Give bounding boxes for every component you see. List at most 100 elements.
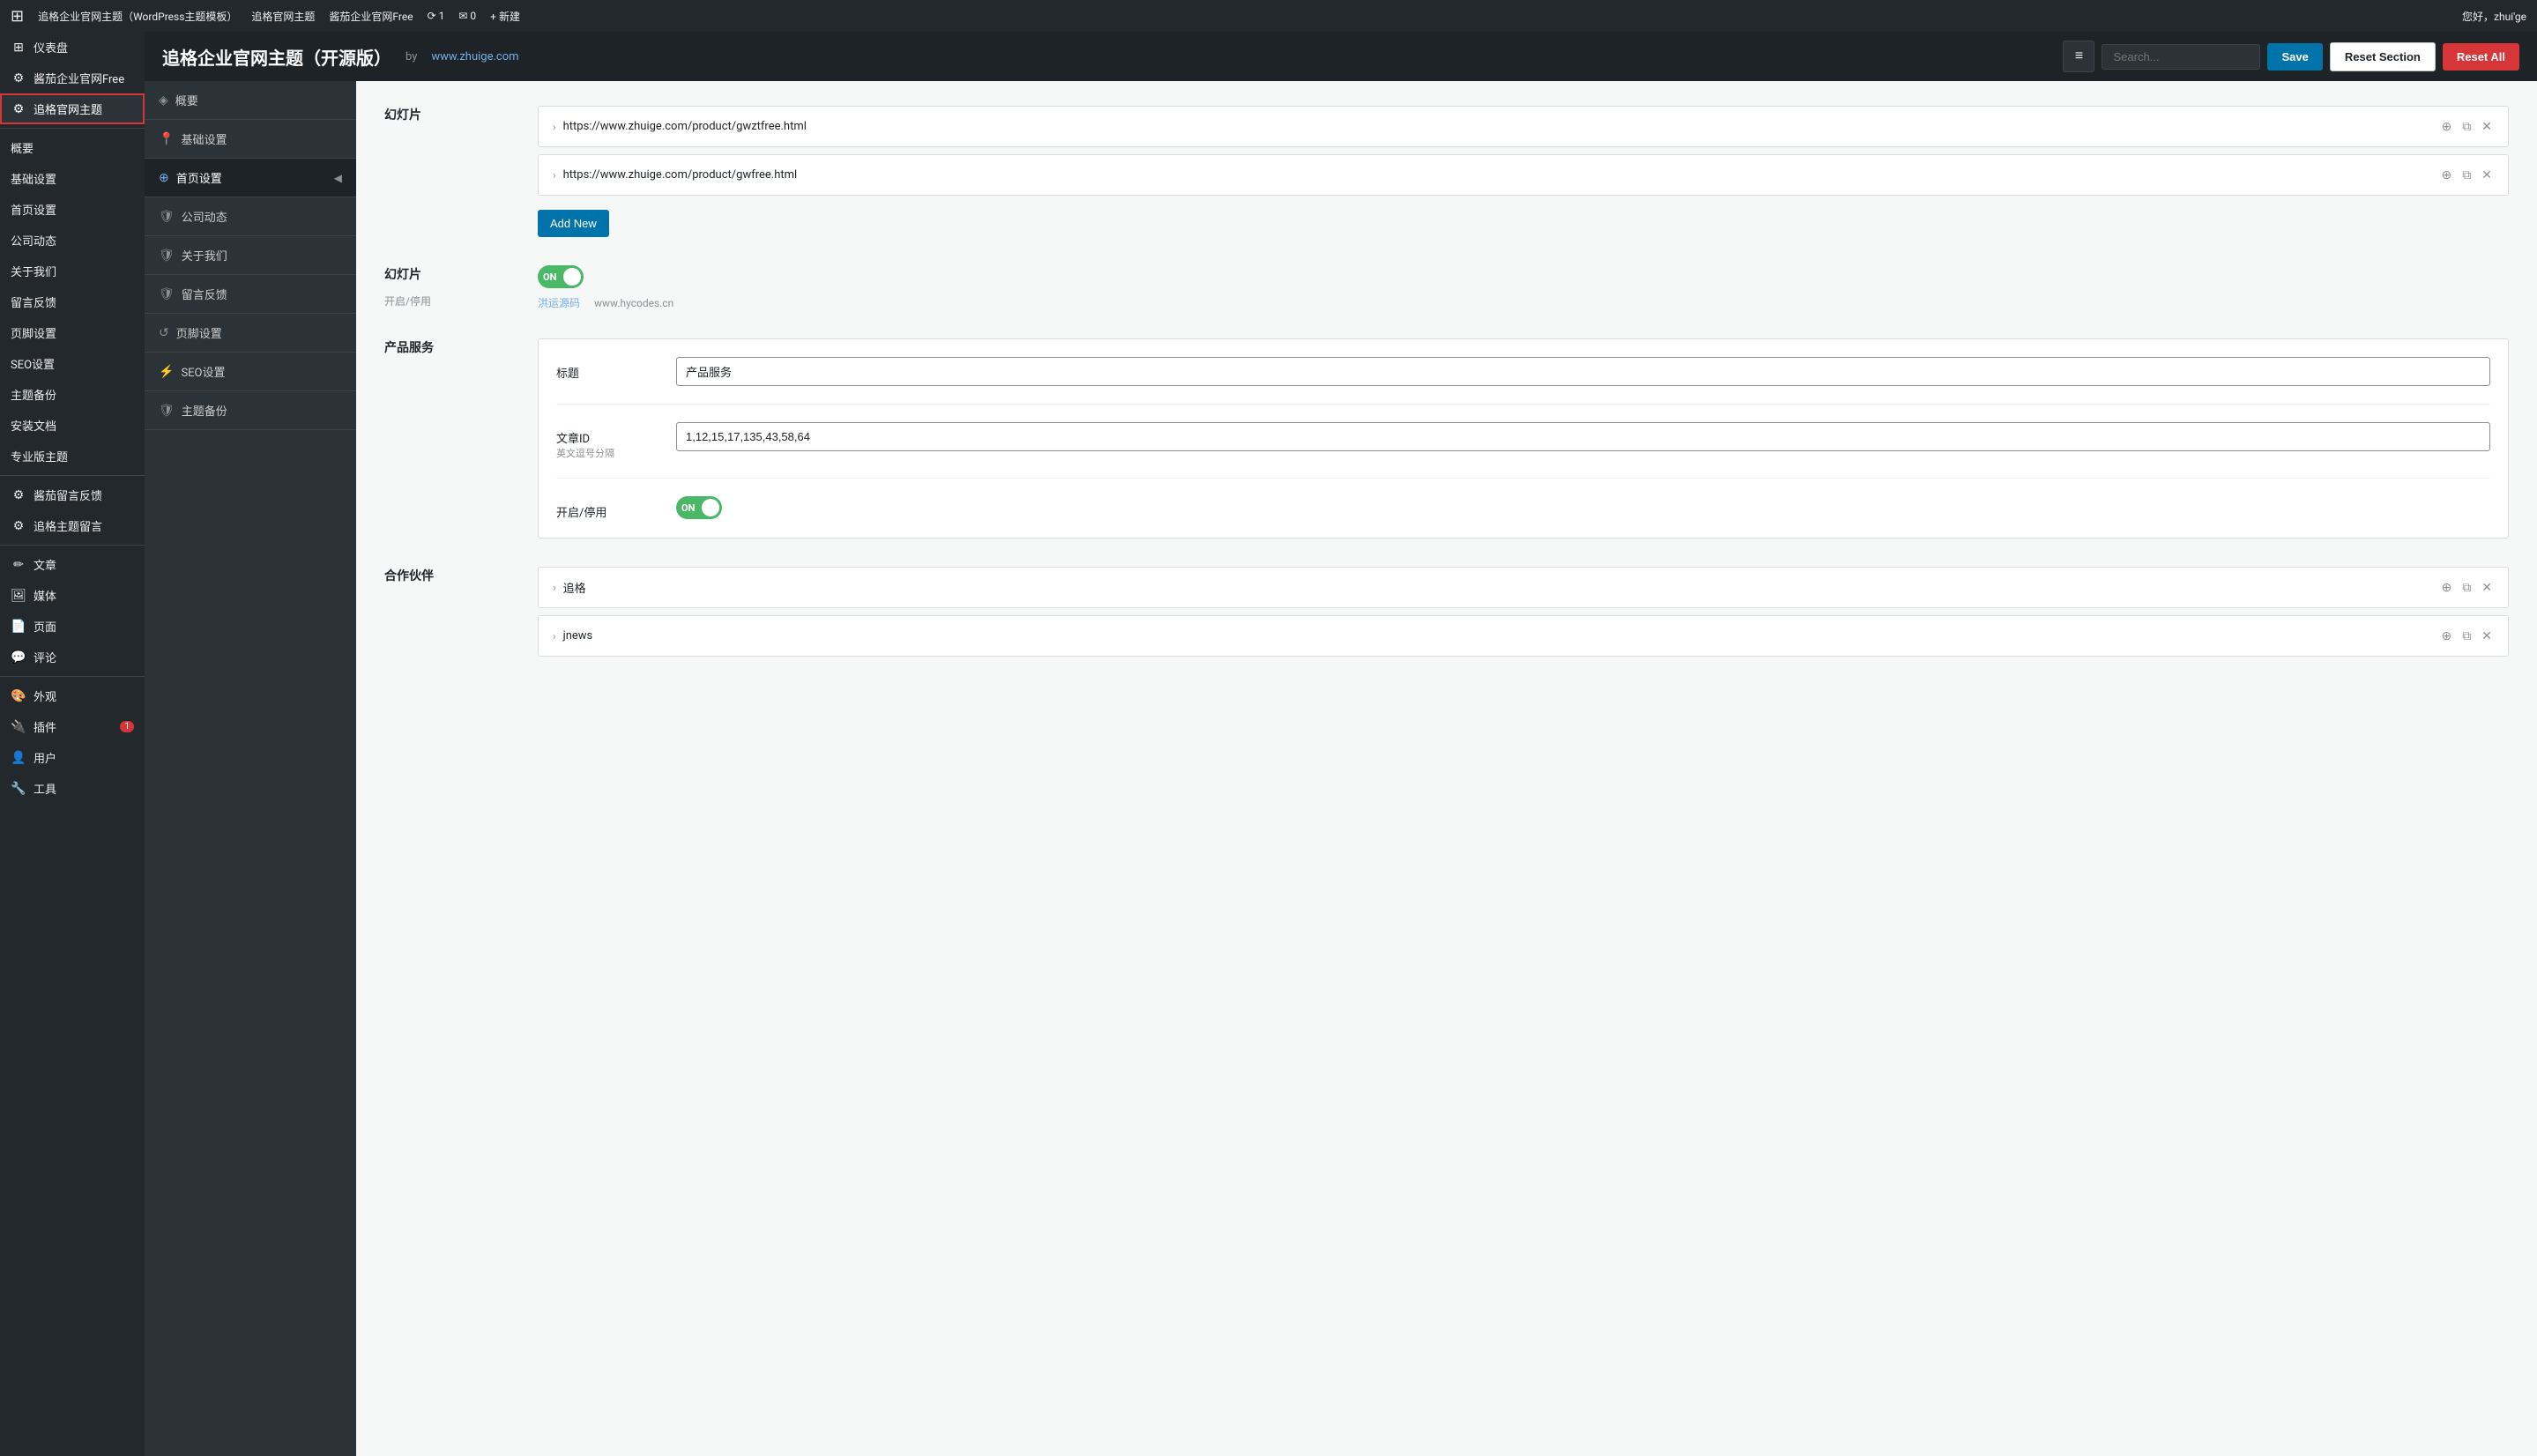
sidebar-item-about[interactable]: 关于我们 [0,256,145,286]
product-articleid-input[interactable] [676,422,2490,451]
partner-copy-2[interactable]: ⧉ [2460,627,2473,645]
tools-icon: 🔧 [11,782,26,796]
sidebar-item-jiangqie-feedback[interactable]: ⚙ 酱茄留言反馈 [0,479,145,510]
product-title-row: 标题 [556,357,2490,405]
save-button[interactable]: Save [2267,43,2322,71]
slideshow-toggle-wrap: ON [538,265,2509,288]
slideshow-toggle-row: 幻灯片 开启/停用 ON [384,265,2509,310]
partner-name-2: jnews [563,629,2433,643]
partner-actions-1: ⊕ ⧉ ✕ [2440,578,2494,597]
wp-logo[interactable]: ⊞ [11,7,24,26]
adminbar-updates[interactable]: ⟳ 1 [428,10,445,22]
product-service-label: 产品服务 [384,338,517,356]
sidebar-item-plugins[interactable]: 🔌 插件 1 [0,711,145,742]
customizer-by-url[interactable]: www.zhuige.com [431,50,518,63]
sidebar-item-overview[interactable]: 概要 [0,132,145,163]
basic-icon: 📍 [159,132,174,146]
sidebar-item-homepage[interactable]: 首页设置 [0,194,145,225]
partner-item-2-header[interactable]: › jnews ⊕ ⧉ ✕ [539,616,2508,656]
partner-item-1: › 追格 ⊕ ⧉ ✕ [538,567,2509,608]
slideshow-copy-1[interactable]: ⧉ [2460,117,2473,136]
sidebar-item-comments[interactable]: 💬 评论 [0,642,145,672]
watermark-label: 洪运源码 [538,295,580,310]
partner-item-1-header[interactable]: › 追格 ⊕ ⧉ ✕ [539,568,2508,607]
sidebar-item-appearance[interactable]: 🎨 外观 [0,680,145,711]
panel-item-basic[interactable]: 📍 基础设置 [145,120,356,159]
panel-item-company[interactable]: 🛡 公司动态 [145,197,356,236]
sidebar-item-zhuige-feedback[interactable]: ⚙ 追格主题留言 [0,510,145,541]
panel-item-seo[interactable]: ⚡ SEO设置 [145,353,356,391]
panel-item-about[interactable]: 🛡 关于我们 [145,236,356,275]
sidebar-item-install[interactable]: 安装文档 [0,410,145,441]
partners-label: 合作伙伴 [384,567,517,584]
sidebar-item-posts[interactable]: ✏ 文章 [0,549,145,580]
slideshow-item-2-header[interactable]: › https://www.zhuige.com/product/gwfree.… [539,155,2508,195]
panel-item-backup[interactable]: 🛡 主题备份 [145,391,356,430]
slideshow-toggle-slider: ON [538,265,584,288]
overview-icon: ◈ [159,93,168,108]
panel-item-message[interactable]: 🛡 留言反馈 [145,275,356,314]
sidebar-item-users[interactable]: 👤 用户 [0,742,145,773]
panel-item-footer[interactable]: ↺ 页脚设置 [145,314,356,353]
backup-icon: 🛡 [159,404,175,418]
adminbar-greeting: 您好，zhui'ge [2462,9,2526,24]
sidebar-item-pages[interactable]: 📄 页面 [0,611,145,642]
sidebar-item-tools[interactable]: 🔧 工具 [0,773,145,804]
slideshow-url-2: https://www.zhuige.com/product/gwfree.ht… [563,168,2433,182]
customizer-content-area: 幻灯片 › https://www.zhuige.com/product/gwz… [356,81,2537,1456]
reset-all-button[interactable]: Reset All [2443,43,2519,71]
sidebar-item-seo[interactable]: SEO设置 [0,348,145,379]
adminbar-theme1[interactable]: 追格官网主题 [251,9,315,24]
adminbar-theme2[interactable]: 酱茄企业官网Free [329,9,413,24]
slideshow-toggle-switch[interactable]: ON [538,265,584,288]
partners-controls: › 追格 ⊕ ⧉ ✕ [538,567,2509,664]
sidebar-item-news[interactable]: 公司动态 [0,225,145,256]
partner-delete-2[interactable]: ✕ [2480,627,2494,645]
partners-section: 合作伙伴 › 追格 ⊕ ⧉ ✕ [384,567,2509,664]
customizer-topbar: 追格企业官网主题（开源版） by www.zhuige.com ≡ Save R… [145,32,2537,81]
search-input[interactable] [2102,44,2260,70]
product-toggle-label: 开启/停用 [556,496,662,520]
partner-drag-1[interactable]: ⊕ [2440,578,2454,597]
adminbar-new[interactable]: + 新建 [490,9,520,24]
slideshow-copy-2[interactable]: ⧉ [2460,166,2473,184]
panel-item-overview[interactable]: ◈ 概要 [145,81,356,120]
product-toggle-slider: ON [676,496,722,519]
product-toggle-switch[interactable]: ON [676,496,722,519]
homepage-chevron: ◀ [334,172,342,184]
slideshow-item-1-header[interactable]: › https://www.zhuige.com/product/gwztfre… [539,107,2508,146]
sidebar-item-pro[interactable]: 专业版主题 [0,441,145,472]
sidebar-item-zhuige[interactable]: ⚙ 追格官网主题 [0,93,145,124]
partner-delete-1[interactable]: ✕ [2480,578,2494,597]
adminbar-comments[interactable]: ✉ 0 [458,10,476,22]
partner-copy-1[interactable]: ⧉ [2460,578,2473,597]
slideshow-section: 幻灯片 › https://www.zhuige.com/product/gwz… [384,106,2509,237]
product-articleid-row: 文章ID 英文逗号分隔 [556,422,2490,479]
product-title-input[interactable] [676,357,2490,386]
product-toggle-wrap: ON [676,496,722,519]
sidebar-item-backup[interactable]: 主题备份 [0,379,145,410]
admin-bar: ⊞ 追格企业官网主题（WordPress主题模板） 追格官网主题 酱茄企业官网F… [0,0,2537,32]
slideshow-delete-1[interactable]: ✕ [2480,117,2494,136]
partner-drag-2[interactable]: ⊕ [2440,627,2454,645]
product-service-section: 产品服务 标题 [384,338,2509,539]
adminbar-site-name[interactable]: 追格企业官网主题（WordPress主题模板） [38,9,237,24]
partner-chevron-1: › [553,582,556,594]
add-new-slideshow-button[interactable]: Add New [538,210,609,237]
slideshow-delete-2[interactable]: ✕ [2480,166,2494,184]
sidebar-item-dashboard[interactable]: ⊞ 仪表盘 [0,32,145,63]
sidebar-item-media[interactable]: 🖼 媒体 [0,580,145,611]
reset-section-button[interactable]: Reset Section [2330,42,2436,71]
slideshow-drag-2[interactable]: ⊕ [2440,166,2454,184]
panel-item-homepage[interactable]: ⊕ 首页设置 ◀ [145,159,356,197]
sidebar-item-jiangqie[interactable]: ⚙ 酱茄企业官网Free [0,63,145,93]
sidebar-item-feedback[interactable]: 留言反馈 [0,286,145,317]
sidebar-item-basic[interactable]: 基础设置 [0,163,145,194]
plugins-badge: 1 [120,721,134,732]
menu-icon-button[interactable]: ≡ [2063,41,2094,72]
partner-item-2: › jnews ⊕ ⧉ ✕ [538,615,2509,657]
slideshow-drag-1[interactable]: ⊕ [2440,117,2454,136]
sidebar-item-footer[interactable]: 页脚设置 [0,317,145,348]
slideshow-label: 幻灯片 [384,106,517,123]
slideshow-toggle-sublabel: 开启/停用 [384,293,517,308]
